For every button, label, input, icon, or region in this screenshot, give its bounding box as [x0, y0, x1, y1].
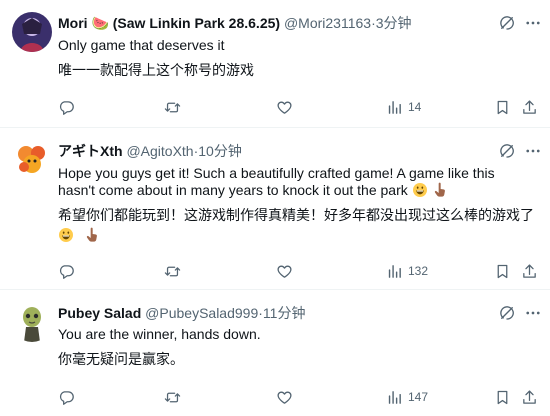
grok-icon[interactable]	[498, 304, 516, 322]
share-icon	[521, 263, 538, 280]
reply-icon	[58, 263, 75, 280]
repost-icon	[164, 263, 181, 280]
share-button[interactable]	[521, 97, 538, 117]
reply-button[interactable]	[58, 387, 75, 407]
reply-button[interactable]	[58, 97, 75, 117]
reply-icon	[58, 389, 75, 406]
view-count: 132	[408, 264, 429, 278]
share-icon	[521, 389, 538, 406]
user-handle[interactable]: @PubeySalad999	[145, 305, 258, 321]
tweet-1[interactable]: Mori 🍉 (Saw Linkin Park 28.6.25) @Mori23…	[0, 0, 550, 128]
repost-button[interactable]	[164, 261, 181, 281]
tweet-header: アギトXth @AgitoXth·10分钟	[58, 142, 510, 160]
bookmark-icon	[494, 389, 511, 406]
tweet-text-line: Only game that deserves it	[58, 37, 225, 53]
view-count: 147	[408, 390, 429, 404]
display-name[interactable]: Pubey Salad	[58, 305, 141, 321]
display-name[interactable]: Mori 🍉 (Saw Linkin Park 28.6.25)	[58, 15, 280, 31]
user-handle[interactable]: @Mori231163	[284, 15, 371, 31]
view-count: 14	[408, 100, 422, 114]
tweet-text-line: 你毫无疑问是赢家。	[58, 351, 184, 367]
grok-icon[interactable]	[498, 142, 516, 160]
grinning-face-emoji	[58, 227, 74, 243]
repost-button[interactable]	[164, 97, 181, 117]
tweet-emoji-line	[58, 225, 538, 245]
display-name[interactable]: アギトXth	[58, 143, 123, 159]
bookmark-button[interactable]	[494, 261, 511, 281]
like-icon	[276, 99, 293, 116]
avatar[interactable]	[12, 140, 52, 180]
pointing-up-emoji	[432, 182, 448, 198]
views-button[interactable]: 132	[386, 261, 428, 281]
like-icon	[276, 389, 293, 406]
tweet-text-line: hasn't come about in many years to knock…	[58, 180, 538, 200]
reply-icon	[58, 99, 75, 116]
like-icon	[276, 263, 293, 280]
pointing-up-emoji	[84, 227, 100, 243]
timestamp[interactable]: 10分钟	[198, 143, 242, 159]
repost-button[interactable]	[164, 387, 181, 407]
like-button[interactable]	[276, 261, 293, 281]
bookmark-button[interactable]	[494, 97, 511, 117]
tweet-header: Pubey Salad @PubeySalad999·11分钟	[58, 304, 510, 322]
share-button[interactable]	[521, 387, 538, 407]
repost-icon	[164, 99, 181, 116]
views-button[interactable]: 147	[386, 387, 428, 407]
action-bar: 14	[58, 97, 538, 117]
tweet-text-span: hasn't come about in many years to knock…	[58, 182, 408, 198]
reply-button[interactable]	[58, 261, 75, 281]
action-bar: 132	[58, 261, 538, 281]
like-button[interactable]	[276, 97, 293, 117]
like-button[interactable]	[276, 387, 293, 407]
tweet-2[interactable]: アギトXth @AgitoXth·10分钟 Hope you guys get …	[0, 128, 550, 290]
more-icon[interactable]	[524, 304, 542, 322]
views-icon	[386, 263, 403, 280]
share-button[interactable]	[521, 261, 538, 281]
avatar[interactable]	[12, 302, 52, 342]
tweet-text-line: You are the winner, hands down.	[58, 326, 261, 342]
views-icon	[386, 389, 403, 406]
user-handle[interactable]: @AgitoXth	[126, 143, 193, 159]
views-button[interactable]: 14	[386, 97, 421, 117]
grinning-face-emoji	[412, 182, 428, 198]
views-icon	[386, 99, 403, 116]
timestamp[interactable]: 11分钟	[263, 305, 306, 321]
action-bar: 147	[58, 387, 538, 407]
tweet-3[interactable]: Pubey Salad @PubeySalad999·11分钟 You are …	[0, 290, 550, 416]
repost-icon	[164, 389, 181, 406]
grok-icon[interactable]	[498, 14, 516, 32]
bookmark-icon	[494, 99, 511, 116]
tweet-text-line: 希望你们都能玩到！这游戏制作得真精美！好多年都没出现过这么棒的游戏了	[58, 207, 534, 223]
bookmark-icon	[494, 263, 511, 280]
more-icon[interactable]	[524, 142, 542, 160]
tweet-text-line: 唯一一款配得上这个称号的游戏	[58, 62, 254, 78]
avatar[interactable]	[12, 12, 52, 52]
timestamp[interactable]: 3分钟	[376, 15, 412, 31]
share-icon	[521, 99, 538, 116]
bookmark-button[interactable]	[494, 387, 511, 407]
more-icon[interactable]	[524, 14, 542, 32]
tweet-header: Mori 🍉 (Saw Linkin Park 28.6.25) @Mori23…	[58, 14, 510, 32]
